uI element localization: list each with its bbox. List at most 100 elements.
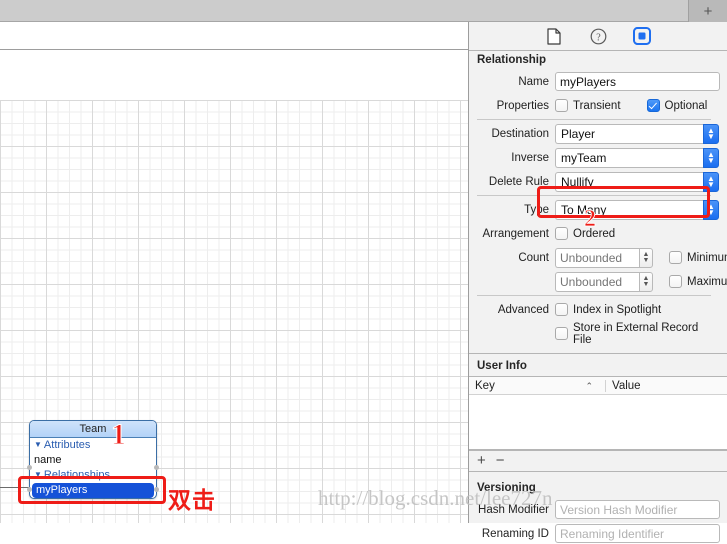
optional-checkbox-group[interactable]: Optional xyxy=(646,99,708,112)
field-row-hash-modifier: Hash Modifier xyxy=(469,499,720,520)
label-hash-modifier: Hash Modifier xyxy=(478,503,549,516)
count-maximum-stepper[interactable]: ▲▼ xyxy=(555,271,655,292)
renaming-id-input[interactable] xyxy=(555,524,720,543)
entity-box-team[interactable]: Team ▼ Attributes name ▼ Relationships myP… xyxy=(27,420,159,499)
field-row-renaming-id: Renaming ID xyxy=(469,523,720,544)
field-row-count-max: ▲▼ Maximum xyxy=(469,271,727,292)
entity-box-frame: Team ▼ Attributes name ▼ Relationships myP… xyxy=(29,420,157,499)
editor-toolbar-strip xyxy=(0,22,468,50)
transient-checkbox[interactable] xyxy=(555,99,568,112)
user-info-table-header: Key ⌃ Value xyxy=(469,377,727,395)
index-spotlight-checkbox-group[interactable]: Index in Spotlight xyxy=(555,303,661,316)
sort-ascending-icon: ⌃ xyxy=(585,380,593,391)
remove-user-info-button[interactable]: − xyxy=(496,453,505,468)
data-model-inspector-glyph xyxy=(633,27,651,45)
file-inspector-glyph xyxy=(547,27,561,45)
popup-arrows-icon: ▲ ▼ xyxy=(703,123,719,144)
store-external-label: Store in External Record File xyxy=(573,321,699,346)
user-info-col-value[interactable]: Value xyxy=(605,379,727,392)
store-external-checkbox-group[interactable]: Store in External Record File xyxy=(555,322,719,346)
optional-label: Optional xyxy=(664,99,708,112)
user-info-col-key-label: Key xyxy=(475,379,495,392)
entity-connection-dot-right-2 xyxy=(154,487,159,492)
annotation-marker-1: 1 xyxy=(111,418,127,452)
entity-title: Team xyxy=(30,421,156,438)
svg-text:?: ? xyxy=(596,32,601,43)
label-delete-rule: Delete Rule xyxy=(488,175,549,188)
label-type: Type xyxy=(524,203,549,216)
inspector-tab-bar: ? xyxy=(469,22,727,51)
entity-relationships-group[interactable]: ▼ Relationships xyxy=(30,468,156,483)
count-maximum-input[interactable] xyxy=(555,271,639,292)
user-info-toolbar: + − xyxy=(469,450,727,471)
data-model-inspector-icon[interactable] xyxy=(631,26,653,46)
divider-properties xyxy=(477,119,711,120)
stepper-arrows-icon[interactable]: ▲ ▼ xyxy=(639,247,653,268)
app-root: + Team ▼ Attributes name ▼ Relationships m… xyxy=(0,0,727,543)
entity-connection-dot-left-2 xyxy=(27,487,32,492)
maximum-checkbox-group[interactable]: Maximum xyxy=(669,275,727,288)
index-spotlight-checkbox[interactable] xyxy=(555,303,568,316)
section-title-user-info: User Info xyxy=(469,354,727,376)
label-arrangement: Arrangement xyxy=(482,227,549,240)
label-renaming-id: Renaming ID xyxy=(481,527,549,540)
ordered-checkbox[interactable] xyxy=(555,227,568,240)
field-row-delete-rule: Delete Rule Nullify ▲ ▼ xyxy=(469,171,719,192)
section-title-versioning: Versioning xyxy=(469,472,727,499)
count-minimum-stepper[interactable]: ▲▼ xyxy=(555,247,655,268)
minimum-checkbox-group[interactable]: Minimum xyxy=(669,251,727,264)
hash-modifier-input[interactable] xyxy=(555,500,720,519)
entity-connection-dot-left xyxy=(27,465,32,470)
annotation-hint-double-click: 双击 xyxy=(168,488,216,514)
inspector-panel: ? Relationship Name Properties T xyxy=(468,22,727,543)
help-inspector-glyph: ? xyxy=(590,28,606,44)
type-popup-button[interactable]: To Many ▲ ▼ xyxy=(555,199,719,220)
minimum-label: Minimum xyxy=(687,251,727,264)
entity-relationship-row-myplayers[interactable]: myPlayers xyxy=(32,483,154,498)
plus-icon: + xyxy=(703,2,713,20)
section-title-relationship: Relationship xyxy=(469,51,727,69)
destination-value: Player xyxy=(555,123,703,144)
maximum-checkbox[interactable] xyxy=(669,275,682,288)
name-input[interactable] xyxy=(555,72,720,91)
index-spotlight-label: Index in Spotlight xyxy=(573,303,662,316)
relationships-group-label: Relationships xyxy=(43,469,110,481)
divider-delete-rule xyxy=(477,195,711,196)
transient-label: Transient xyxy=(573,99,621,112)
store-external-checkbox[interactable] xyxy=(555,327,568,340)
transient-checkbox-group[interactable]: Transient xyxy=(555,99,621,112)
field-row-advanced-external: Store in External Record File xyxy=(469,322,719,346)
popup-arrows-icon: ▲ ▼ xyxy=(703,147,719,168)
user-info-table[interactable]: Key ⌃ Value xyxy=(469,376,727,450)
destination-popup-button[interactable]: Player ▲ ▼ xyxy=(555,123,719,144)
new-tab-button[interactable]: + xyxy=(688,0,727,22)
disclosure-triangle-icon[interactable]: ▼ xyxy=(34,440,42,449)
entity-attributes-group[interactable]: ▼ Attributes xyxy=(30,438,156,453)
user-info-table-body[interactable] xyxy=(469,395,727,449)
user-info-col-key[interactable]: Key ⌃ xyxy=(469,380,605,392)
optional-checkbox[interactable] xyxy=(646,99,660,112)
entity-relationship-row-wrap: myPlayers xyxy=(30,483,156,498)
inverse-popup-button[interactable]: myTeam ▲ ▼ xyxy=(555,147,719,168)
field-row-properties: Properties Transient Optional xyxy=(469,95,719,116)
disclosure-triangle-icon[interactable]: ▼ xyxy=(34,470,42,479)
type-value: To Many xyxy=(555,199,703,220)
minimum-checkbox[interactable] xyxy=(669,251,682,264)
delete-rule-value: Nullify xyxy=(555,171,703,192)
label-destination: Destination xyxy=(491,127,549,140)
inverse-value: myTeam xyxy=(555,147,703,168)
versioning-form: Hash Modifier Renaming ID xyxy=(469,499,727,544)
count-minimum-input[interactable] xyxy=(555,247,639,268)
file-inspector-icon[interactable] xyxy=(543,26,565,46)
delete-rule-popup-button[interactable]: Nullify ▲ ▼ xyxy=(555,171,719,192)
entity-connection-dot-right xyxy=(154,465,159,470)
add-user-info-button[interactable]: + xyxy=(477,453,486,468)
entity-attribute-row[interactable]: name xyxy=(30,453,156,468)
divider-count xyxy=(477,295,711,296)
popup-arrows-icon: ▲ ▼ xyxy=(703,199,719,220)
maximum-label: Maximum xyxy=(687,275,727,288)
stepper-arrows-icon[interactable]: ▲ ▼ xyxy=(639,271,653,292)
help-inspector-icon[interactable]: ? xyxy=(587,26,609,46)
field-row-advanced-spotlight: Advanced Index in Spotlight xyxy=(469,299,719,320)
label-properties: Properties xyxy=(496,99,549,112)
